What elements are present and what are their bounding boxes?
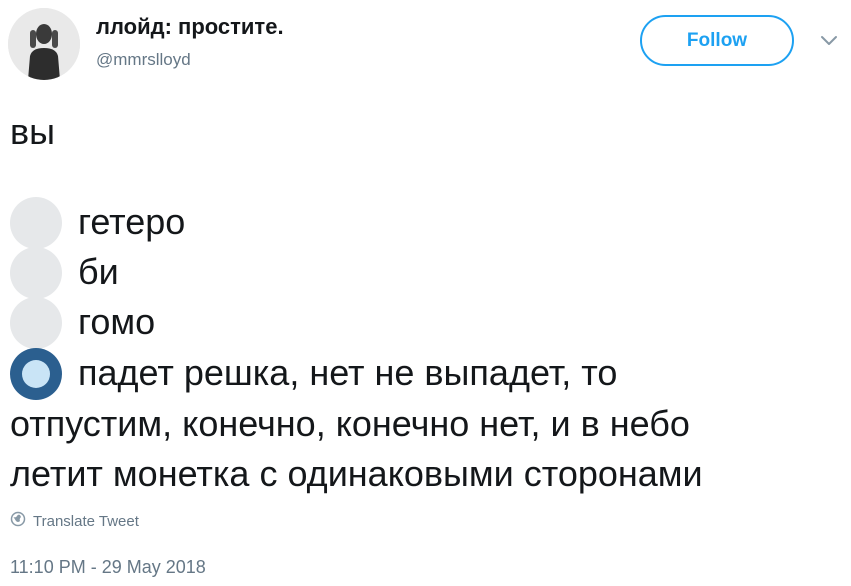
radio-unselected-icon[interactable] <box>10 247 62 299</box>
poll-option-continuation: отпустим, конечно, конечно нет, и в небо <box>10 403 690 444</box>
poll-option-label: би <box>78 251 119 292</box>
chevron-down-icon[interactable] <box>818 30 840 52</box>
radio-unselected-icon[interactable] <box>10 197 62 249</box>
radio-unselected-icon[interactable] <box>10 297 62 349</box>
user-avatar-image <box>8 8 80 80</box>
tweet-timestamp[interactable]: 11:10 PM - 29 May 2018 <box>10 557 206 578</box>
poll-option-label: гетеро <box>78 201 186 242</box>
poll-option-label: гомо <box>78 301 156 342</box>
poll-option-continuation: летит монетка с одинаковыми сторонами <box>10 453 703 494</box>
poll-option-label: падет решка, нет не выпадет, то <box>78 352 618 393</box>
avatar[interactable] <box>8 8 80 80</box>
follow-button[interactable]: Follow <box>640 15 794 66</box>
radio-selected-icon[interactable] <box>10 348 62 400</box>
globe-icon <box>10 511 26 532</box>
username[interactable]: @mmrslloyd <box>96 50 191 70</box>
tweet-intro-text: вы <box>10 111 55 152</box>
translate-tweet-label: Translate Tweet <box>33 512 139 530</box>
display-name[interactable]: ллойд: простите. <box>96 14 284 40</box>
translate-tweet-link[interactable]: Translate Tweet <box>10 511 139 531</box>
